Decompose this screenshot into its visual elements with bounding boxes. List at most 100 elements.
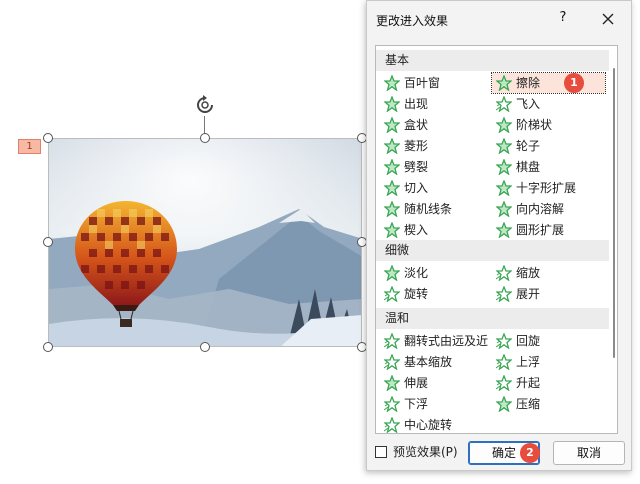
star-icon <box>384 180 400 196</box>
dialog-titlebar[interactable]: 更改进入效果 ? <box>367 1 631 37</box>
star-icon <box>496 75 512 91</box>
resize-handle-top[interactable] <box>200 133 210 143</box>
effect-item[interactable]: 飞入 <box>492 94 605 114</box>
star-icon <box>384 138 400 154</box>
effect-item-label: 压缩 <box>516 397 541 411</box>
scrollbar[interactable] <box>610 46 617 433</box>
close-icon[interactable] <box>599 10 617 28</box>
effect-item-label: 升起 <box>516 376 541 390</box>
effect-item-label: 中心旋转 <box>404 418 453 432</box>
effect-item[interactable]: 压缩 <box>492 394 605 414</box>
effect-item-label: 轮子 <box>516 139 541 153</box>
star-icon <box>384 201 400 217</box>
effect-item-label: 翻转式由远及近 <box>404 334 489 348</box>
effect-item-label: 淡化 <box>404 266 429 280</box>
effect-item-label: 圆形扩展 <box>516 223 565 237</box>
resize-handle-top-left[interactable] <box>43 133 53 143</box>
change-entrance-effect-dialog: 更改进入效果 ? 基本 百叶窗 擦除 1 出现 飞入 盒状 阶梯状 菱形 轮子 劈裂 棋盘 切入 十字形扩… <box>366 0 632 471</box>
effect-item[interactable]: 盒状 <box>380 115 493 135</box>
effect-item[interactable]: 十字形扩展 <box>492 178 605 198</box>
star-icon <box>496 117 512 133</box>
effect-item[interactable]: 随机线条 <box>380 199 493 219</box>
star-icon <box>384 159 400 175</box>
effect-item-label: 百叶窗 <box>404 76 441 90</box>
star-icon <box>384 117 400 133</box>
cancel-button[interactable]: 取消 <box>553 441 625 465</box>
star-icon <box>496 396 512 412</box>
star-icon <box>496 201 512 217</box>
effect-item[interactable]: 擦除 <box>491 72 606 94</box>
effect-item-label: 菱形 <box>404 139 429 153</box>
effect-item[interactable]: 升起 <box>492 373 605 393</box>
effect-item[interactable]: 阶梯状 <box>492 115 605 135</box>
rotate-handle-icon[interactable] <box>194 94 216 116</box>
star-motion-icon <box>384 354 400 370</box>
effect-item[interactable]: 下浮 <box>380 394 493 414</box>
effect-item[interactable]: 出现 <box>380 94 493 114</box>
effect-item[interactable]: 劈裂 <box>380 157 493 177</box>
star-motion-icon <box>384 286 400 302</box>
effect-item[interactable]: 旋转 <box>380 284 493 304</box>
checkbox-box[interactable] <box>375 446 387 458</box>
star-icon <box>496 159 512 175</box>
star-icon <box>384 265 400 281</box>
effect-item[interactable]: 基本缩放 <box>380 352 493 372</box>
effect-item-label: 盒状 <box>404 118 429 132</box>
effect-item[interactable]: 切入 <box>380 178 493 198</box>
group-header: 基本 <box>376 50 609 71</box>
effect-item[interactable]: 翻转式由远及近 <box>380 331 493 351</box>
cancel-button-label: 取消 <box>576 446 601 460</box>
resize-handle-bottom-left[interactable] <box>43 342 53 352</box>
star-icon <box>384 75 400 91</box>
effect-item-label: 基本缩放 <box>404 355 453 369</box>
star-icon <box>384 375 400 391</box>
group-header: 温和 <box>376 308 609 329</box>
star-motion-icon <box>384 396 400 412</box>
star-motion-icon <box>496 333 512 349</box>
effect-item-label: 飞入 <box>516 97 541 111</box>
star-icon <box>496 180 512 196</box>
effect-item-label: 伸展 <box>404 376 429 390</box>
effect-item-label: 劈裂 <box>404 160 429 174</box>
effect-item[interactable]: 轮子 <box>492 136 605 156</box>
effect-item[interactable]: 圆形扩展 <box>492 220 605 240</box>
effect-item[interactable]: 中心旋转 <box>380 415 493 433</box>
effect-item-label: 缩放 <box>516 266 541 280</box>
effect-item-label: 回旋 <box>516 334 541 348</box>
effect-item-label: 楔入 <box>404 223 429 237</box>
effect-item[interactable]: 菱形 <box>380 136 493 156</box>
effect-item-label: 旋转 <box>404 287 429 301</box>
effect-item-label: 擦除 <box>516 76 541 90</box>
group-header: 细微 <box>376 240 609 261</box>
star-motion-icon <box>384 333 400 349</box>
help-button[interactable]: ? <box>555 10 571 28</box>
effect-item[interactable]: 缩放 <box>492 263 605 283</box>
dialog-title: 更改进入效果 <box>376 14 449 28</box>
star-icon <box>496 222 512 238</box>
hot-air-balloon-picture[interactable] <box>48 138 362 347</box>
effect-item[interactable]: 上浮 <box>492 352 605 372</box>
effect-item-label: 随机线条 <box>404 202 453 216</box>
effect-item[interactable]: 棋盘 <box>492 157 605 177</box>
star-motion-icon <box>496 265 512 281</box>
effect-item[interactable]: 百叶窗 <box>380 73 493 93</box>
ok-button-label: 确定 <box>491 446 516 460</box>
effect-item[interactable]: 淡化 <box>380 263 493 283</box>
scrollbar-thumb[interactable] <box>613 68 615 358</box>
effect-item-label: 出现 <box>404 97 429 111</box>
star-motion-icon <box>496 286 512 302</box>
star-icon <box>384 96 400 112</box>
resize-handle-bottom[interactable] <box>200 342 210 352</box>
resize-handle-left[interactable] <box>43 237 53 247</box>
effect-item[interactable]: 展开 <box>492 284 605 304</box>
effect-list[interactable]: 基本 百叶窗 擦除 1 出现 飞入 盒状 阶梯状 菱形 轮子 劈裂 棋盘 切入 十字形扩展 随机线条 向内溶解… <box>375 45 618 434</box>
animation-order-tag[interactable]: 1 <box>18 139 41 154</box>
effect-item[interactable]: 回旋 <box>492 331 605 351</box>
star-icon <box>384 222 400 238</box>
step-badge-2: 2 <box>520 443 540 463</box>
effect-item[interactable]: 向内溶解 <box>492 199 605 219</box>
effect-item-label: 上浮 <box>516 355 541 369</box>
effect-item[interactable]: 伸展 <box>380 373 493 393</box>
effect-item-label: 棋盘 <box>516 160 541 174</box>
effect-item[interactable]: 楔入 <box>380 220 493 240</box>
